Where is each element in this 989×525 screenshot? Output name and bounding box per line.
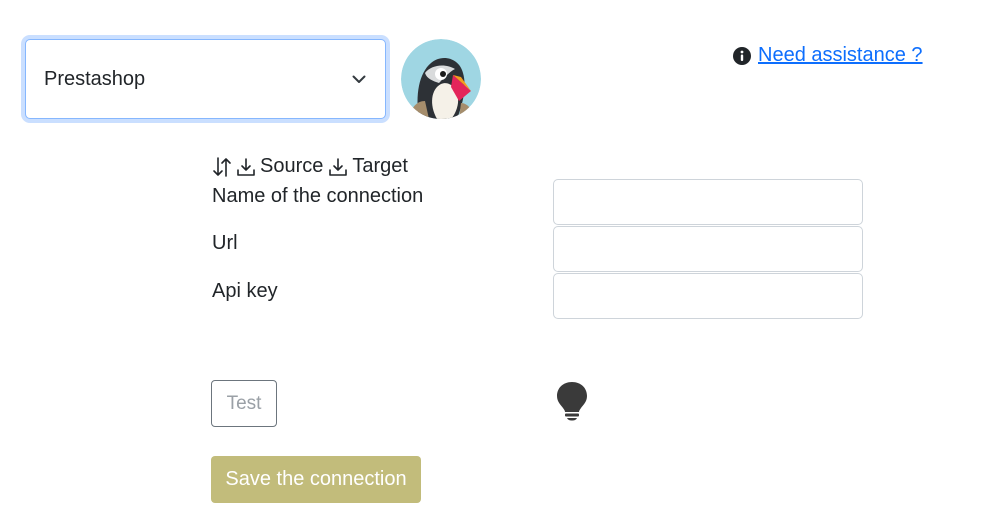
target-download-icon[interactable] xyxy=(328,156,348,178)
info-circle-icon xyxy=(733,46,751,65)
chevron-down-icon xyxy=(352,75,366,83)
lightbulb-icon xyxy=(557,382,587,421)
prestashop-logo xyxy=(401,39,481,119)
need-assistance-link[interactable]: Need assistance ? xyxy=(758,44,923,67)
test-button[interactable]: Test xyxy=(211,380,277,427)
url-label: Url xyxy=(212,232,238,254)
save-connection-button[interactable]: Save the connection xyxy=(211,456,421,503)
api-key-input[interactable] xyxy=(553,273,863,319)
connection-name-input[interactable] xyxy=(553,179,863,225)
api-key-label: Api key xyxy=(212,280,278,302)
connector-select[interactable]: Prestashop xyxy=(25,39,386,119)
url-input[interactable] xyxy=(553,226,863,272)
direction-row: Source Target xyxy=(212,155,413,178)
target-label: Target xyxy=(352,155,408,177)
connector-select-value: Prestashop xyxy=(44,67,146,90)
help-section: Need assistance ? xyxy=(733,44,923,67)
source-label: Source xyxy=(260,155,324,177)
connection-name-label: Name of the connection xyxy=(212,185,424,207)
swap-vertical-icon[interactable] xyxy=(212,156,232,178)
source-download-icon[interactable] xyxy=(236,156,256,178)
